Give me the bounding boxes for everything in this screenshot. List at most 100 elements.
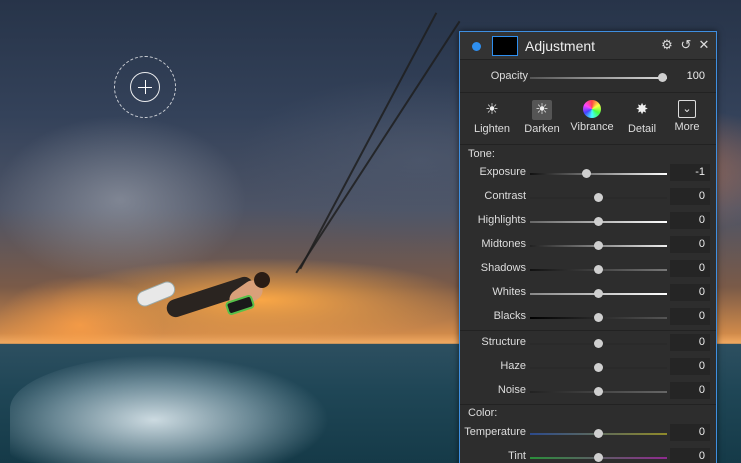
gear-icon[interactable]: ⚙	[660, 38, 674, 52]
blacks-label: Blacks	[493, 310, 526, 322]
noise-row: Noise 0	[460, 380, 716, 402]
highlights-label: Highlights	[477, 214, 526, 226]
preset-darken[interactable]: ☀ Darken	[519, 98, 565, 142]
chevron-down-icon: ⌄	[678, 100, 696, 118]
tint-slider[interactable]	[530, 453, 667, 462]
midtones-label: Midtones	[481, 238, 526, 250]
color-wheel-icon	[583, 100, 601, 118]
noise-slider-knob[interactable]	[594, 387, 603, 396]
preset-more[interactable]: ⌄ More	[664, 98, 710, 142]
sun-icon: ☀	[485, 101, 499, 118]
whites-label: Whites	[492, 286, 526, 298]
midtones-slider-knob[interactable]	[594, 241, 603, 250]
dark-sun-icon: ☀	[532, 100, 552, 120]
shadows-label: Shadows	[480, 262, 526, 274]
opacity-value[interactable]: 100	[670, 68, 710, 85]
structure-value[interactable]: 0	[670, 334, 710, 351]
haze-value[interactable]: 0	[670, 358, 710, 375]
exposure-slider[interactable]	[530, 169, 667, 178]
preset-lighten[interactable]: ☀ Lighten	[469, 98, 515, 142]
color-section-label: Color:	[468, 407, 498, 419]
temperature-value[interactable]: 0	[670, 424, 710, 441]
haze-slider-knob[interactable]	[594, 363, 603, 372]
tone-section-label: Tone:	[468, 148, 495, 160]
temperature-label: Temperature	[464, 426, 526, 438]
panel-header[interactable]: Adjustment ⚙ ↺ ✕	[460, 32, 716, 60]
structure-slider-knob[interactable]	[594, 339, 603, 348]
preset-label: Lighten	[473, 123, 511, 135]
tint-value[interactable]: 0	[670, 448, 710, 463]
preset-vibrance[interactable]: Vibrance	[569, 98, 615, 142]
preset-label: Detail	[627, 123, 657, 135]
noise-label: Noise	[497, 384, 526, 396]
exposure-label: Exposure	[479, 166, 526, 178]
opacity-slider-knob[interactable]	[658, 73, 667, 82]
blacks-slider-knob[interactable]	[594, 313, 603, 322]
blacks-slider[interactable]	[530, 313, 667, 322]
exposure-slider-knob[interactable]	[582, 169, 591, 178]
preset-detail[interactable]: ✸ Detail	[619, 98, 665, 142]
divider	[460, 330, 716, 331]
shadows-slider[interactable]	[530, 265, 667, 274]
temperature-slider-knob[interactable]	[594, 429, 603, 438]
preset-bar: ☀ Lighten ☀ Darken Vibrance ✸ Detail ⌄ M…	[460, 98, 716, 142]
preset-label: More	[674, 121, 700, 133]
tint-slider-knob[interactable]	[594, 453, 603, 462]
structure-row: Structure 0	[460, 332, 716, 354]
midtones-row: Midtones 0	[460, 234, 716, 256]
kite-line	[299, 12, 437, 270]
rider-head	[254, 272, 270, 288]
tint-row: Tint 0	[460, 446, 716, 463]
blacks-value[interactable]: 0	[670, 308, 710, 325]
structure-slider[interactable]	[530, 339, 667, 348]
exposure-value[interactable]: -1	[670, 164, 710, 181]
opacity-row: Opacity 100	[460, 66, 716, 88]
temperature-slider[interactable]	[530, 429, 667, 438]
detail-star-icon: ✸	[635, 101, 649, 118]
shadows-slider-knob[interactable]	[594, 265, 603, 274]
midtones-value[interactable]: 0	[670, 236, 710, 253]
contrast-row: Contrast 0	[460, 186, 716, 208]
whites-row: Whites 0	[460, 282, 716, 304]
highlights-value[interactable]: 0	[670, 212, 710, 229]
layer-visibility-dot[interactable]	[472, 42, 481, 51]
opacity-slider[interactable]	[530, 73, 667, 82]
divider	[460, 92, 716, 93]
tint-label: Tint	[508, 450, 526, 462]
whites-value[interactable]: 0	[670, 284, 710, 301]
contrast-label: Contrast	[484, 190, 526, 202]
highlights-slider-knob[interactable]	[594, 217, 603, 226]
exposure-row: Exposure -1	[460, 162, 716, 184]
blacks-row: Blacks 0	[460, 306, 716, 328]
divider	[460, 404, 716, 405]
haze-row: Haze 0	[460, 356, 716, 378]
highlights-slider[interactable]	[530, 217, 667, 226]
contrast-value[interactable]: 0	[670, 188, 710, 205]
undo-icon[interactable]: ↺	[679, 38, 693, 52]
shadows-row: Shadows 0	[460, 258, 716, 280]
haze-label: Haze	[500, 360, 526, 372]
opacity-label: Opacity	[490, 70, 528, 82]
shadows-value[interactable]: 0	[670, 260, 710, 277]
midtones-slider[interactable]	[530, 241, 667, 250]
whites-slider[interactable]	[530, 289, 667, 298]
divider	[460, 144, 716, 145]
contrast-slider[interactable]	[530, 193, 667, 202]
temperature-row: Temperature 0	[460, 422, 716, 444]
crosshair-icon	[145, 80, 146, 94]
panel-title: Adjustment	[525, 38, 596, 54]
noise-slider[interactable]	[530, 387, 667, 396]
noise-value[interactable]: 0	[670, 382, 710, 399]
contrast-slider-knob[interactable]	[594, 193, 603, 202]
preset-label: Vibrance	[570, 121, 614, 133]
adjustment-panel: Adjustment ⚙ ↺ ✕ Opacity 100 ☀ Lighten ☀…	[459, 31, 717, 463]
water-splash	[10, 355, 330, 463]
kite-line	[295, 20, 461, 274]
preset-label: Darken	[524, 123, 560, 135]
mask-thumbnail[interactable]	[492, 36, 518, 56]
highlights-row: Highlights 0	[460, 210, 716, 232]
close-icon[interactable]: ✕	[697, 38, 711, 52]
whites-slider-knob[interactable]	[594, 289, 603, 298]
haze-slider[interactable]	[530, 363, 667, 372]
structure-label: Structure	[481, 336, 526, 348]
